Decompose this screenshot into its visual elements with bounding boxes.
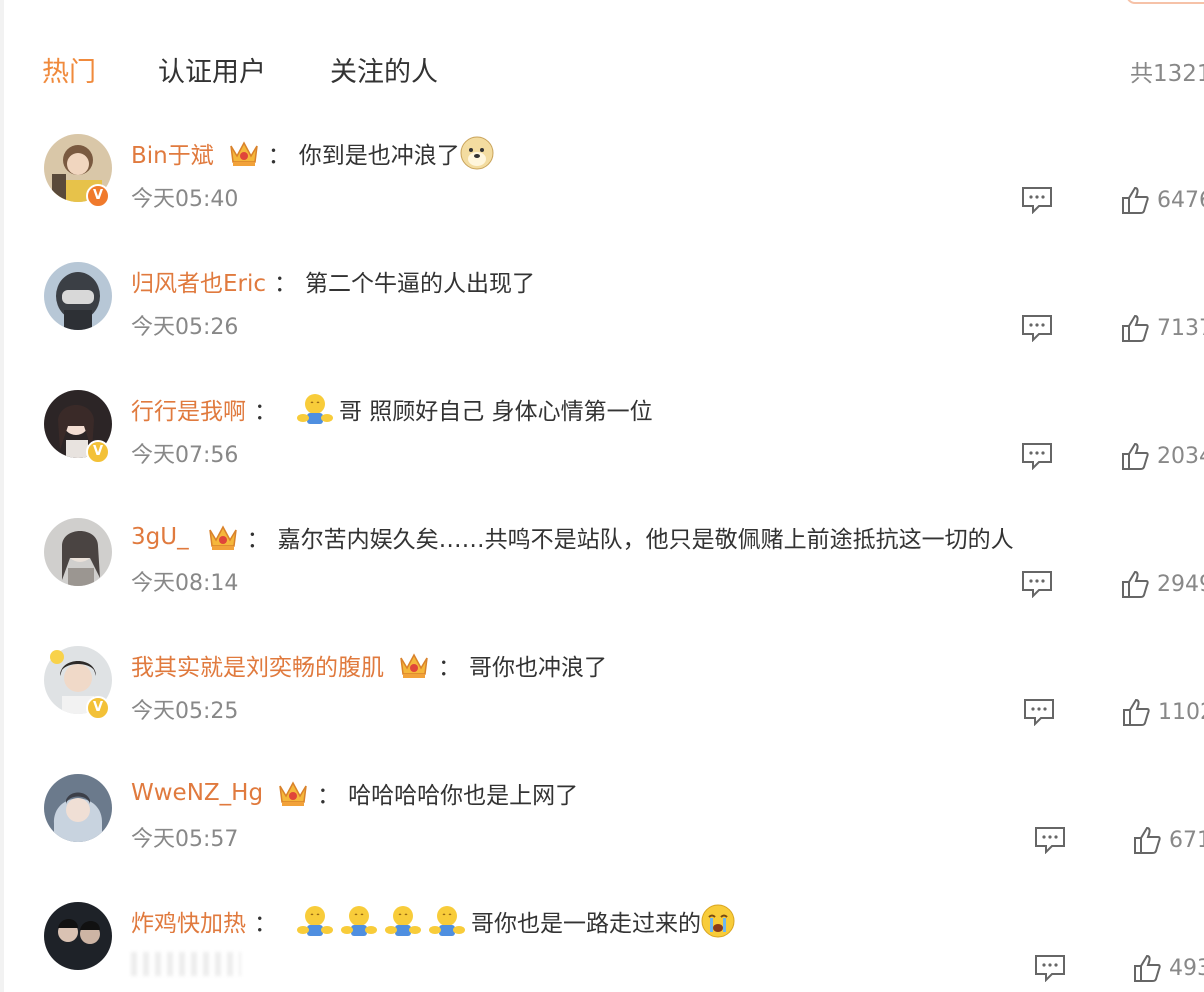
like-count: 7137	[1157, 315, 1204, 341]
colon: ：	[254, 911, 277, 937]
hug-emoji-icon	[297, 906, 333, 936]
comment-text: 第二个牛逼的人出现了	[305, 271, 536, 297]
comment-text: 你到是也冲浪了	[298, 143, 460, 169]
verified-badge-icon: V	[86, 696, 110, 720]
like-button[interactable]: 2949	[1121, 568, 1204, 600]
username[interactable]: 炸鸡快加热	[131, 904, 246, 938]
verified-badge-icon: V	[86, 184, 110, 208]
username[interactable]: 归风者也Eric	[131, 264, 266, 298]
comment-text: 嘉尔苦内娱久矣……共鸣不是站队，他只是敬佩赌上前途抵抗这一切的人	[277, 527, 1014, 553]
username[interactable]: 3gU_	[131, 524, 189, 550]
comment-item: V 我其实就是刘奕畅的腹肌 ： 哥你也冲浪了 今天05:25 1102	[0, 646, 1204, 774]
thumbs-up-icon	[1134, 954, 1161, 982]
avatar[interactable]	[44, 262, 112, 330]
username[interactable]: WweNZ_Hg	[131, 780, 263, 806]
comment-time: 今天05:25	[131, 699, 239, 724]
crying-emoji-icon	[701, 904, 735, 938]
comment-time: 今天08:14	[131, 571, 239, 596]
colon: ：	[267, 143, 291, 169]
thumbs-up-icon	[1134, 826, 1161, 854]
comment-text: 哈哈哈哈你也是上网了	[348, 783, 579, 809]
comment-text: 哥你也是一路走过来的	[471, 911, 701, 937]
hug-emoji-icon	[341, 906, 377, 936]
crown-icon	[279, 781, 307, 806]
colon: ：	[274, 271, 298, 297]
comment-line: 行行是我啊 ： 哥 照顾好自己 身体心情第一位	[131, 392, 653, 426]
reply-icon[interactable]	[1034, 826, 1066, 854]
comment-time: 今天05:40	[131, 187, 239, 212]
doge-emoji-icon	[460, 136, 494, 170]
comment-item: 归风者也Eric ： 第二个牛逼的人出现了 今天05:26 7137	[0, 262, 1204, 390]
reply-icon[interactable]	[1021, 570, 1053, 598]
hug-emoji-icon	[385, 906, 421, 936]
username[interactable]: 行行是我啊	[131, 392, 246, 426]
crown-icon	[230, 141, 258, 166]
reply-icon[interactable]	[1021, 186, 1053, 214]
username[interactable]: Bin于斌	[131, 136, 214, 170]
like-count: 671	[1169, 827, 1204, 853]
comment-item: 3gU_ ： 嘉尔苦内娱久矣……共鸣不是站队，他只是敬佩赌上前途抵抗这一切的人 …	[0, 518, 1204, 646]
like-button[interactable]: 493	[1133, 952, 1204, 984]
comment-item: WweNZ_Hg ： 哈哈哈哈你也是上网了 今天05:57 671	[0, 774, 1204, 902]
crown-icon	[208, 525, 237, 550]
comment-time: 今天05:26	[131, 315, 239, 340]
comment-line: 我其实就是刘奕畅的腹肌 ： 哥你也冲浪了	[131, 648, 607, 682]
comment-item: V 行行是我啊 ： 哥 照顾好自己 身体心情第一位 今天07:56 2034	[0, 390, 1204, 518]
like-button[interactable]: 671	[1133, 824, 1204, 856]
reply-icon[interactable]	[1023, 698, 1055, 726]
reply-icon[interactable]	[1021, 442, 1053, 470]
colon: ：	[246, 527, 270, 553]
reply-icon[interactable]	[1034, 954, 1066, 982]
comment-total-count: 共1321	[1130, 61, 1204, 87]
thumbs-up-icon	[1122, 570, 1149, 598]
tab-following[interactable]: 关注的人	[330, 50, 438, 89]
thumbs-up-icon	[1122, 442, 1149, 470]
like-button[interactable]: 1102	[1122, 696, 1204, 728]
avatar[interactable]	[44, 518, 112, 586]
like-button[interactable]: 7137	[1121, 312, 1204, 344]
thumbs-up-icon	[1123, 698, 1150, 726]
comment-line: 归风者也Eric ： 第二个牛逼的人出现了	[131, 264, 535, 298]
thumbs-up-icon	[1122, 314, 1149, 342]
tab-verified-users[interactable]: 认证用户	[158, 50, 266, 89]
reply-icon[interactable]	[1021, 314, 1053, 342]
like-count: 2034	[1157, 443, 1204, 469]
thumbs-up-icon	[1122, 186, 1149, 214]
colon: ：	[317, 783, 341, 809]
colon: ：	[438, 655, 461, 681]
comment-line: Bin于斌 ： 你到是也冲浪了	[131, 136, 494, 170]
like-count: 493	[1169, 955, 1204, 981]
comment-line: 3gU_ ： 嘉尔苦内娱久矣……共鸣不是站队，他只是敬佩赌上前途抵抗这一切的人	[131, 520, 1014, 554]
like-count: 6476	[1157, 187, 1204, 213]
username[interactable]: 我其实就是刘奕畅的腹肌	[131, 648, 384, 682]
hug-emoji-icon	[429, 906, 465, 936]
crown-icon	[400, 653, 428, 678]
comment-line: WweNZ_Hg ： 哈哈哈哈你也是上网了	[131, 776, 578, 810]
like-count: 2949	[1157, 571, 1204, 597]
avatar[interactable]	[44, 902, 112, 970]
comment-time: 今天07:56	[131, 443, 239, 468]
comment-item: V Bin于斌 ： 你到是也冲浪了 今天05:40 6476	[0, 134, 1204, 262]
comment-time-blurred	[131, 952, 241, 976]
comment-text: 哥 照顾好自己 身体心情第一位	[339, 399, 653, 425]
like-button[interactable]: 6476	[1121, 184, 1204, 216]
like-button[interactable]: 2034	[1121, 440, 1204, 472]
comment-text: 哥你也冲浪了	[469, 655, 607, 681]
comment-item: 炸鸡快加热 ： 哥你也是一路走过来的 493	[0, 902, 1204, 992]
top-button-edge[interactable]	[1126, 0, 1204, 4]
like-count: 1102	[1158, 699, 1204, 725]
verified-badge-icon: V	[86, 440, 110, 464]
hug-emoji-icon	[297, 394, 333, 424]
sun-badge-icon	[50, 650, 64, 664]
avatar[interactable]	[44, 774, 112, 842]
colon: ：	[254, 399, 277, 425]
comment-line: 炸鸡快加热 ： 哥你也是一路走过来的	[131, 904, 735, 938]
comment-time: 今天05:57	[131, 827, 239, 852]
tab-hot[interactable]: 热门	[42, 50, 96, 89]
